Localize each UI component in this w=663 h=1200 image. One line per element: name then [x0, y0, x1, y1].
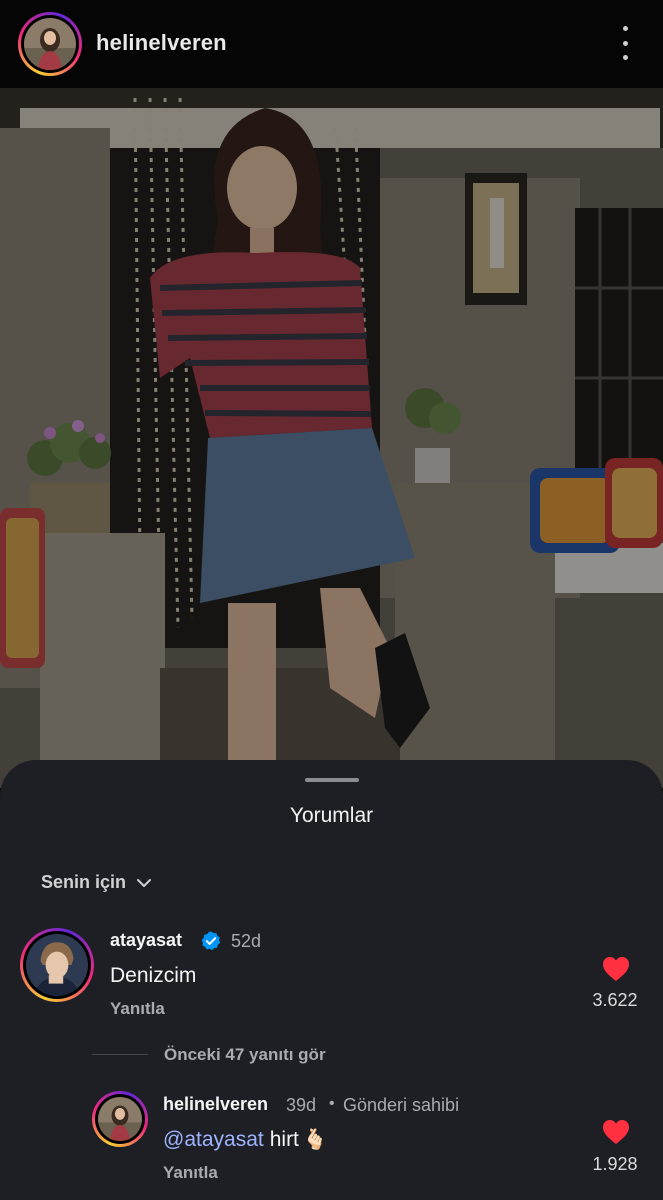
sheet-drag-handle[interactable] [305, 778, 359, 782]
heart-icon[interactable] [602, 956, 630, 982]
reply-button[interactable]: Yanıtla [110, 999, 165, 1019]
comment-text: Denizcim [110, 964, 197, 987]
reply-avatar[interactable] [92, 1091, 148, 1147]
meta-separator: • [329, 1095, 335, 1112]
post-owner-label: Gönderi sahibi [343, 1095, 460, 1115]
reply-text: hirt [269, 1127, 299, 1151]
comments-sheet: Yorumlar Senin için atayasat 52d Denizci… [0, 760, 663, 1200]
view-previous-replies-link[interactable]: Önceki 47 yanıtı gör [164, 1045, 326, 1065]
reply-username[interactable]: helinelveren [163, 1094, 268, 1115]
reply-button[interactable]: Yanıtla [163, 1163, 218, 1183]
commenter-avatar[interactable] [20, 928, 94, 1002]
header-avatar[interactable] [18, 12, 82, 76]
heart-icon[interactable] [602, 1119, 630, 1145]
comment-username[interactable]: atayasat [110, 930, 182, 951]
more-vertical-icon[interactable] [615, 26, 635, 60]
like-count: 3.622 [592, 990, 638, 1010]
chevron-down-icon [137, 878, 152, 887]
reply-text-line: @atayasat hirt 🫰🏻 [163, 1127, 328, 1152]
mention-link[interactable]: @atayasat [163, 1128, 264, 1152]
filter-label: Senin için [41, 872, 127, 892]
sort-filter-dropdown[interactable]: Senin için [41, 872, 154, 893]
sheet-title: Yorumlar [289, 804, 374, 827]
profile-photo-avatar [24, 18, 76, 70]
header-username[interactable]: helinelveren [96, 30, 227, 56]
finger-heart-emoji: 🫰🏻 [302, 1129, 328, 1151]
post-photo[interactable] [0, 88, 663, 788]
like-count: 1.928 [592, 1154, 638, 1174]
post-header: helinelveren [0, 0, 663, 88]
profile-photo-avatar [26, 934, 88, 996]
reply-timestamp: 39d [286, 1095, 317, 1115]
replies-divider [92, 1054, 148, 1055]
verified-badge-icon [201, 931, 221, 951]
profile-photo-avatar [98, 1097, 142, 1141]
comment-timestamp: 52d [231, 931, 262, 951]
